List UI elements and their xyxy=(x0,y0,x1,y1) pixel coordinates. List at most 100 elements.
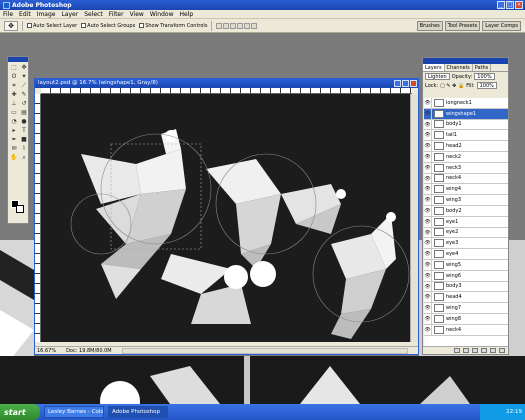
auto-select-groups-option[interactable]: Auto Select Groups xyxy=(81,23,135,29)
brushes-tab[interactable]: Brushes xyxy=(416,21,443,31)
hand-tool-icon[interactable]: ✋ xyxy=(9,153,19,162)
visibility-eye-icon[interactable]: 👁 xyxy=(424,313,432,324)
maximize-button[interactable]: □ xyxy=(506,1,514,9)
align-top-icon[interactable] xyxy=(216,22,223,29)
visibility-eye-icon[interactable]: 👁 xyxy=(424,108,432,119)
layer-row[interactable]: 👁 wing4 xyxy=(424,184,508,196)
layer-row[interactable]: 👁 eye4 xyxy=(424,249,508,260)
lock-icons[interactable]: ▢ ✎ ✥ 🔒 xyxy=(440,83,464,89)
layer-row[interactable]: 👁 neck4 xyxy=(424,173,508,185)
vertical-scrollbar[interactable] xyxy=(410,94,418,342)
link-layers-icon[interactable] xyxy=(454,348,460,353)
layer-row[interactable]: 👁 longneck1 xyxy=(424,98,508,109)
layer-row[interactable]: 👁 neck3 xyxy=(424,162,508,174)
menu-image[interactable]: Image xyxy=(37,11,56,18)
shape-tool-icon[interactable]: ■ xyxy=(19,135,29,144)
start-button[interactable]: start xyxy=(0,404,40,420)
layer-row[interactable]: 👁 wing3 xyxy=(424,195,508,206)
dodge-tool-icon[interactable]: ● xyxy=(19,117,29,126)
gradient-tool-icon[interactable]: ▤ xyxy=(19,108,29,117)
visibility-eye-icon[interactable]: 👁 xyxy=(424,259,432,270)
blend-mode-select[interactable]: Lighten xyxy=(425,73,450,80)
align-bottom-icon[interactable] xyxy=(230,22,237,29)
menu-file[interactable]: File xyxy=(3,11,13,18)
layer-comps-tab[interactable]: Layer Comps xyxy=(482,21,521,31)
align-middle-icon[interactable] xyxy=(223,22,230,29)
slice-tool-icon[interactable]: ⟋ xyxy=(19,81,29,90)
type-tool-icon[interactable]: T xyxy=(19,126,29,135)
align-left-icon[interactable] xyxy=(237,22,244,29)
auto-select-layer-checkbox[interactable] xyxy=(27,23,32,28)
show-transform-controls-option[interactable]: Show Transform Controls xyxy=(139,23,207,29)
visibility-eye-icon[interactable]: 👁 xyxy=(424,227,432,238)
menu-view[interactable]: View xyxy=(130,11,144,18)
menu-select[interactable]: Select xyxy=(84,11,103,18)
layer-row[interactable]: 👁 wing6 xyxy=(424,270,508,282)
visibility-eye-icon[interactable]: 👁 xyxy=(424,292,432,303)
pen-tool-icon[interactable]: ✒ xyxy=(9,135,19,144)
document-minimize-button[interactable] xyxy=(394,80,401,87)
auto-select-layer-option[interactable]: Auto Select Layer xyxy=(27,23,77,29)
visibility-eye-icon[interactable]: 👁 xyxy=(424,249,432,259)
layer-row[interactable]: 👁 wing8 xyxy=(424,313,508,325)
canvas[interactable] xyxy=(41,94,412,342)
visibility-eye-icon[interactable]: 👁 xyxy=(424,151,432,162)
visibility-eye-icon[interactable]: 👁 xyxy=(424,184,432,195)
horizontal-scrollbar[interactable] xyxy=(121,347,408,354)
tab-paths[interactable]: Paths xyxy=(473,64,492,71)
move-tool-icon[interactable]: ✥ xyxy=(19,63,29,72)
visibility-eye-icon[interactable]: 👁 xyxy=(424,281,432,292)
add-layer-style-icon[interactable] xyxy=(463,348,469,353)
eyedropper-tool-icon[interactable]: ⌇ xyxy=(19,144,29,153)
close-button[interactable]: × xyxy=(515,1,523,9)
layer-row[interactable]: 👁 wingshape1 xyxy=(424,108,508,120)
layer-row[interactable]: 👁 tail1 xyxy=(424,130,508,142)
layer-row[interactable]: 👁 body2 xyxy=(424,205,508,217)
visibility-eye-icon[interactable]: 👁 xyxy=(424,270,432,281)
opacity-field[interactable]: 100% xyxy=(474,73,495,80)
fill-field[interactable]: 100% xyxy=(476,82,497,89)
menu-filter[interactable]: Filter xyxy=(109,11,124,18)
auto-select-groups-checkbox[interactable] xyxy=(81,23,87,28)
document-maximize-button[interactable] xyxy=(402,80,409,87)
crop-tool-icon[interactable]: ⌗ xyxy=(9,81,19,90)
notes-tool-icon[interactable]: ✉ xyxy=(9,144,19,153)
magic-wand-tool-icon[interactable]: ✦ xyxy=(19,72,29,81)
align-center-icon[interactable] xyxy=(244,22,251,29)
layer-row[interactable]: 👁 eye2 xyxy=(424,227,508,239)
blur-tool-icon[interactable]: ◔ xyxy=(9,117,19,126)
zoom-level[interactable]: 16.67% xyxy=(37,348,56,354)
visibility-eye-icon[interactable]: 👁 xyxy=(424,141,432,151)
visibility-eye-icon[interactable]: 👁 xyxy=(424,98,432,108)
tab-layers[interactable]: Layers xyxy=(423,64,445,71)
menu-layer[interactable]: Layer xyxy=(61,11,78,18)
visibility-eye-icon[interactable]: 👁 xyxy=(424,238,432,249)
marquee-tool-icon[interactable]: ⬚ xyxy=(9,63,19,72)
layer-row[interactable]: 👁 eye1 xyxy=(424,216,508,228)
document-size-info[interactable]: Doc: 19.8M/80.0M xyxy=(66,348,112,354)
new-layer-icon[interactable] xyxy=(490,348,496,353)
visibility-eye-icon[interactable]: 👁 xyxy=(424,216,432,227)
align-right-icon[interactable] xyxy=(251,22,258,29)
layer-row[interactable]: 👁 neck2 xyxy=(424,151,508,163)
minimize-button[interactable]: _ xyxy=(497,1,505,9)
healing-brush-icon[interactable]: ✚ xyxy=(9,90,19,99)
layer-row[interactable]: 👁 eye3 xyxy=(424,238,508,250)
layer-row[interactable]: 👁 body1 xyxy=(424,119,508,131)
add-mask-icon[interactable] xyxy=(472,348,478,353)
layer-row[interactable]: 👁 neck4 xyxy=(424,324,508,336)
show-transform-controls-checkbox[interactable] xyxy=(139,23,145,28)
clock[interactable]: 22:19 xyxy=(506,409,522,415)
move-tool-icon[interactable]: ✥ xyxy=(4,20,18,31)
visibility-eye-icon[interactable]: 👁 xyxy=(424,205,432,216)
tab-channels[interactable]: Channels xyxy=(445,64,473,71)
visibility-eye-icon[interactable]: 👁 xyxy=(424,173,432,184)
lasso-tool-icon[interactable]: ʘ xyxy=(9,72,19,81)
layer-row[interactable]: 👁 wing5 xyxy=(424,259,508,271)
layer-row[interactable]: 👁 head2 xyxy=(424,141,508,152)
taskbar-item-photoshop[interactable]: Adobe Photoshop xyxy=(108,406,168,418)
menu-edit[interactable]: Edit xyxy=(19,11,31,18)
visibility-eye-icon[interactable]: 👁 xyxy=(424,195,432,205)
visibility-eye-icon[interactable]: 👁 xyxy=(424,324,432,335)
clone-stamp-icon[interactable]: ⊥ xyxy=(9,99,19,108)
